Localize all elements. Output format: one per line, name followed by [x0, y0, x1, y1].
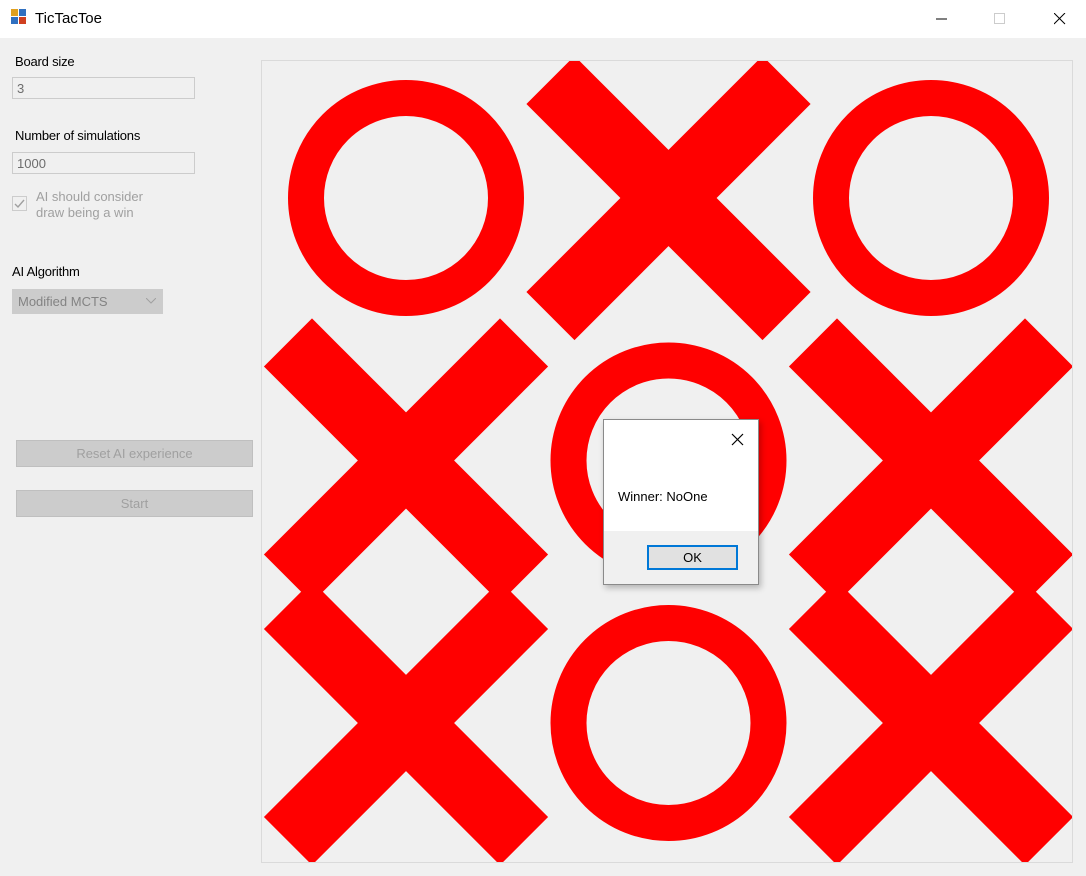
start-button[interactable]: Start — [16, 490, 253, 517]
board-cell-2-1[interactable] — [263, 318, 549, 603]
o-mark — [288, 80, 524, 316]
algorithm-select[interactable]: Modified MCTS — [12, 289, 163, 314]
board-size-input[interactable]: 3 — [12, 77, 195, 99]
result-dialog: Winner: NoOne OK — [603, 419, 759, 585]
minimize-button[interactable] — [919, 0, 965, 38]
board-cell-1-3[interactable] — [813, 80, 1049, 316]
draw-win-checkbox-label: AI should consider draw being a win — [36, 189, 166, 221]
algorithm-select-value: Modified MCTS — [18, 294, 108, 309]
dialog-footer: OK — [604, 531, 758, 584]
board-size-label: Board size — [15, 54, 75, 69]
chevron-down-icon — [146, 298, 156, 304]
board-cell-1-1[interactable] — [288, 80, 524, 316]
maximize-icon — [994, 13, 1005, 24]
board-cell-3-2[interactable] — [550, 605, 787, 841]
checkmark-icon — [14, 199, 25, 209]
tictactoe-app-icon — [11, 9, 26, 24]
simulations-label: Number of simulations — [15, 128, 141, 143]
maximize-button — [977, 0, 1023, 38]
window-title: TicTacToe — [35, 10, 102, 27]
o-mark — [813, 80, 1049, 316]
algorithm-label: AI Algorithm — [12, 264, 80, 279]
draw-win-label-line1: AI should consider — [36, 189, 143, 204]
minimize-icon — [936, 18, 947, 20]
ok-button[interactable]: OK — [647, 545, 738, 570]
board-cell-2-3[interactable] — [788, 318, 1072, 603]
simulations-input[interactable]: 1000 — [12, 152, 195, 174]
reset-ai-button[interactable]: Reset AI experience — [16, 440, 253, 467]
title-bar: TicTacToe — [0, 0, 1086, 38]
close-icon — [1054, 13, 1066, 25]
close-button[interactable] — [1037, 0, 1083, 38]
board-cell-1-2[interactable] — [526, 61, 811, 341]
close-icon[interactable] — [730, 432, 746, 448]
board-cell-3-3[interactable] — [788, 580, 1072, 862]
board-cell-3-1[interactable] — [263, 580, 549, 862]
draw-win-label-line2: draw being a win — [36, 205, 134, 220]
dialog-message: Winner: NoOne — [618, 489, 708, 504]
o-mark — [550, 605, 787, 841]
draw-win-checkbox[interactable] — [12, 196, 27, 211]
